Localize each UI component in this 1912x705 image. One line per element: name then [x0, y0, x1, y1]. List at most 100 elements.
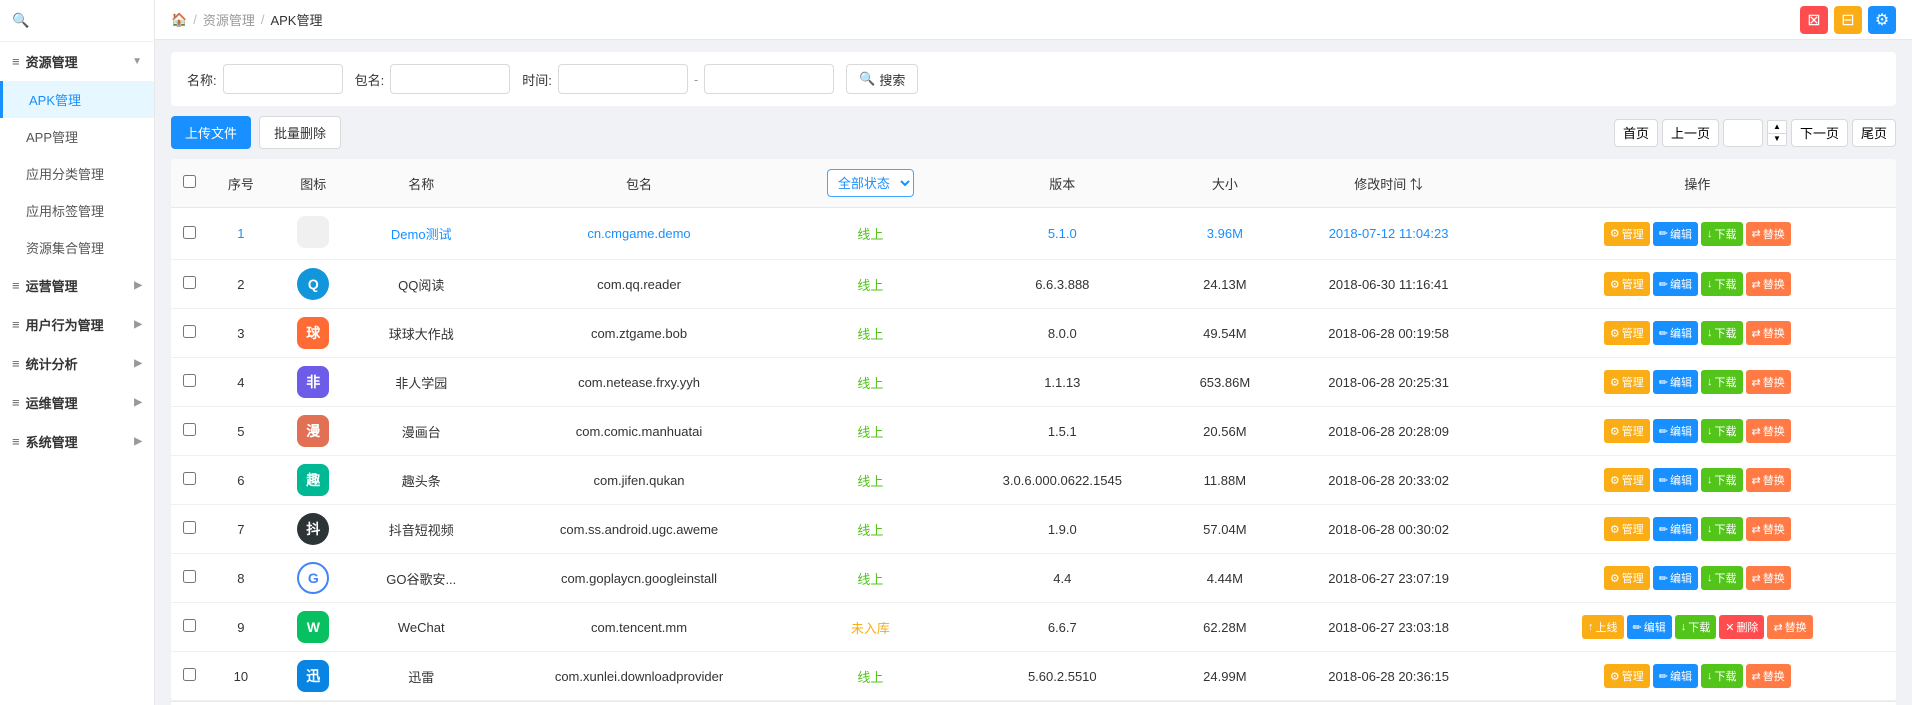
- row-4-action-download[interactable]: ↓下载: [1701, 370, 1743, 394]
- row-1-action-manage[interactable]: ⚙管理: [1604, 222, 1650, 246]
- row-6-action-manage[interactable]: ⚙管理: [1604, 468, 1650, 492]
- row-6-checkbox[interactable]: [183, 472, 196, 485]
- header-action-minimize[interactable]: ⊟: [1834, 6, 1862, 34]
- row-6-action-download[interactable]: ↓下载: [1701, 468, 1743, 492]
- prev-page-top[interactable]: 上一页: [1662, 119, 1719, 147]
- row-1-icon-cell: [275, 208, 352, 260]
- row-10-checkbox[interactable]: [183, 668, 196, 681]
- col-modified[interactable]: 修改时间 ⇅: [1278, 159, 1498, 208]
- row-4-action-edit[interactable]: ✏编辑: [1653, 370, 1698, 394]
- row-9-action-edit[interactable]: ✏编辑: [1627, 615, 1672, 639]
- filter-package-input[interactable]: [390, 64, 510, 94]
- filter-name-input[interactable]: [223, 64, 343, 94]
- batch-delete-button[interactable]: 批量删除: [259, 116, 341, 149]
- sidebar-group-header-stats[interactable]: ≡统计分析▶: [0, 344, 154, 383]
- row-8-action-download[interactable]: ↓下载: [1701, 566, 1743, 590]
- sidebar-group-header-ops2[interactable]: ≡运维管理▶: [0, 383, 154, 422]
- row-10-action-replace[interactable]: ⇄替换: [1746, 664, 1791, 688]
- row-1-version: 5.1.0: [953, 208, 1171, 260]
- breadcrumb-home-icon[interactable]: 🏠: [171, 12, 187, 28]
- sidebar: 🔍 ≡资源管理▼APK管理APP管理应用分类管理应用标签管理资源集合管理≡运营管…: [0, 0, 155, 705]
- row-5-checkbox[interactable]: [183, 423, 196, 436]
- row-1-action-download[interactable]: ↓下载: [1701, 222, 1743, 246]
- row-7-action-download[interactable]: ↓下载: [1701, 517, 1743, 541]
- row-3-action-manage[interactable]: ⚙管理: [1604, 321, 1650, 345]
- row-6-action-edit[interactable]: ✏编辑: [1653, 468, 1698, 492]
- row-5-action-replace[interactable]: ⇄替换: [1746, 419, 1791, 443]
- row-2-action-manage[interactable]: ⚙管理: [1604, 272, 1650, 296]
- row-4-checkbox[interactable]: [183, 374, 196, 387]
- row-4-action-manage[interactable]: ⚙管理: [1604, 370, 1650, 394]
- row-2-action-download[interactable]: ↓下载: [1701, 272, 1743, 296]
- header-action-close[interactable]: ⊠: [1800, 6, 1828, 34]
- footer-bar: 10 20 50 100 共 22 条记录，共 3 页 首页 上一页 1 ▲ ▼…: [171, 701, 1896, 705]
- search-button[interactable]: 🔍 搜索: [846, 64, 918, 94]
- row-7-action-manage[interactable]: ⚙管理: [1604, 517, 1650, 541]
- sidebar-item-app-category[interactable]: 应用分类管理: [0, 155, 154, 192]
- row-1-checkbox[interactable]: [183, 226, 196, 239]
- filter-time-start[interactable]: [558, 64, 688, 94]
- row-3-action-edit[interactable]: ✏编辑: [1653, 321, 1698, 345]
- row-7-checkbox[interactable]: [183, 521, 196, 534]
- row-1-action-edit[interactable]: ✏编辑: [1653, 222, 1698, 246]
- filter-time-end[interactable]: [704, 64, 834, 94]
- sidebar-group-icon-user-behavior: ≡: [12, 317, 20, 332]
- next-page-top[interactable]: 下一页: [1791, 119, 1848, 147]
- row-5-action-edit[interactable]: ✏编辑: [1653, 419, 1698, 443]
- row-5-action-download[interactable]: ↓下载: [1701, 419, 1743, 443]
- row-1-action-replace[interactable]: ⇄替换: [1746, 222, 1791, 246]
- breadcrumb-resource[interactable]: 资源管理: [203, 10, 255, 29]
- row-4-action-replace[interactable]: ⇄替换: [1746, 370, 1791, 394]
- row-8-action-manage[interactable]: ⚙管理: [1604, 566, 1650, 590]
- upload-button[interactable]: 上传文件: [171, 116, 251, 149]
- act-icon-replace: ⇄: [1752, 523, 1761, 536]
- act-icon-edit: ✏: [1659, 670, 1668, 683]
- row-3-checkbox[interactable]: [183, 325, 196, 338]
- sidebar-group-header-system[interactable]: ≡系统管理▶: [0, 422, 154, 461]
- header-action-settings[interactable]: ⚙: [1868, 6, 1896, 34]
- sidebar-item-app[interactable]: APP管理: [0, 118, 154, 155]
- row-9-action-replace[interactable]: ⇄替换: [1767, 615, 1812, 639]
- row-3-action-replace[interactable]: ⇄替换: [1746, 321, 1791, 345]
- app-icon-3: 球: [297, 317, 329, 349]
- row-5-action-manage[interactable]: ⚙管理: [1604, 419, 1650, 443]
- sidebar-group-header-user-behavior[interactable]: ≡用户行为管理▶: [0, 305, 154, 344]
- act-icon-download: ↓: [1707, 425, 1713, 437]
- first-page-top[interactable]: 首页: [1614, 119, 1658, 147]
- row-3-action-download[interactable]: ↓下载: [1701, 321, 1743, 345]
- sidebar-group-header-resource[interactable]: ≡资源管理▼: [0, 42, 154, 81]
- sidebar-item-apk[interactable]: APK管理: [0, 81, 154, 118]
- row-3-status: 线上: [787, 309, 953, 358]
- sidebar-group-header-ops[interactable]: ≡运营管理▶: [0, 266, 154, 305]
- page-down-top[interactable]: ▼: [1767, 133, 1787, 146]
- row-8-action-edit[interactable]: ✏编辑: [1653, 566, 1698, 590]
- row-2-action-edit[interactable]: ✏编辑: [1653, 272, 1698, 296]
- act-icon-replace: ⇄: [1752, 278, 1761, 291]
- select-all-checkbox[interactable]: [183, 175, 196, 188]
- row-10-action-edit[interactable]: ✏编辑: [1653, 664, 1698, 688]
- row-7-icon-cell: 抖: [275, 505, 352, 554]
- row-7-action-replace[interactable]: ⇄替换: [1746, 517, 1791, 541]
- status-filter-select[interactable]: 全部状态 线上 线下 未入库: [827, 169, 914, 197]
- row-7-package: com.ss.android.ugc.aweme: [491, 505, 788, 554]
- row-9-action-online[interactable]: ↑上线: [1582, 615, 1624, 639]
- act-icon-manage: ⚙: [1610, 425, 1620, 438]
- row-10-action-manage[interactable]: ⚙管理: [1604, 664, 1650, 688]
- breadcrumb-sep1: /: [193, 12, 197, 27]
- sidebar-item-app-tag[interactable]: 应用标签管理: [0, 192, 154, 229]
- row-7-action-edit[interactable]: ✏编辑: [1653, 517, 1698, 541]
- row-2-checkbox[interactable]: [183, 276, 196, 289]
- row-4-size: 653.86M: [1171, 358, 1278, 407]
- row-2-action-replace[interactable]: ⇄替换: [1746, 272, 1791, 296]
- row-9-action-delete[interactable]: ✕删除: [1719, 615, 1764, 639]
- page-number-top[interactable]: 1: [1723, 119, 1763, 147]
- row-9-action-download[interactable]: ↓下载: [1675, 615, 1717, 639]
- row-8-action-replace[interactable]: ⇄替换: [1746, 566, 1791, 590]
- last-page-top[interactable]: 尾页: [1852, 119, 1896, 147]
- row-10-action-download[interactable]: ↓下载: [1701, 664, 1743, 688]
- sidebar-item-resource-set[interactable]: 资源集合管理: [0, 229, 154, 266]
- row-6-action-replace[interactable]: ⇄替换: [1746, 468, 1791, 492]
- row-8-checkbox[interactable]: [183, 570, 196, 583]
- row-9-checkbox[interactable]: [183, 619, 196, 632]
- page-up-top[interactable]: ▲: [1767, 120, 1787, 133]
